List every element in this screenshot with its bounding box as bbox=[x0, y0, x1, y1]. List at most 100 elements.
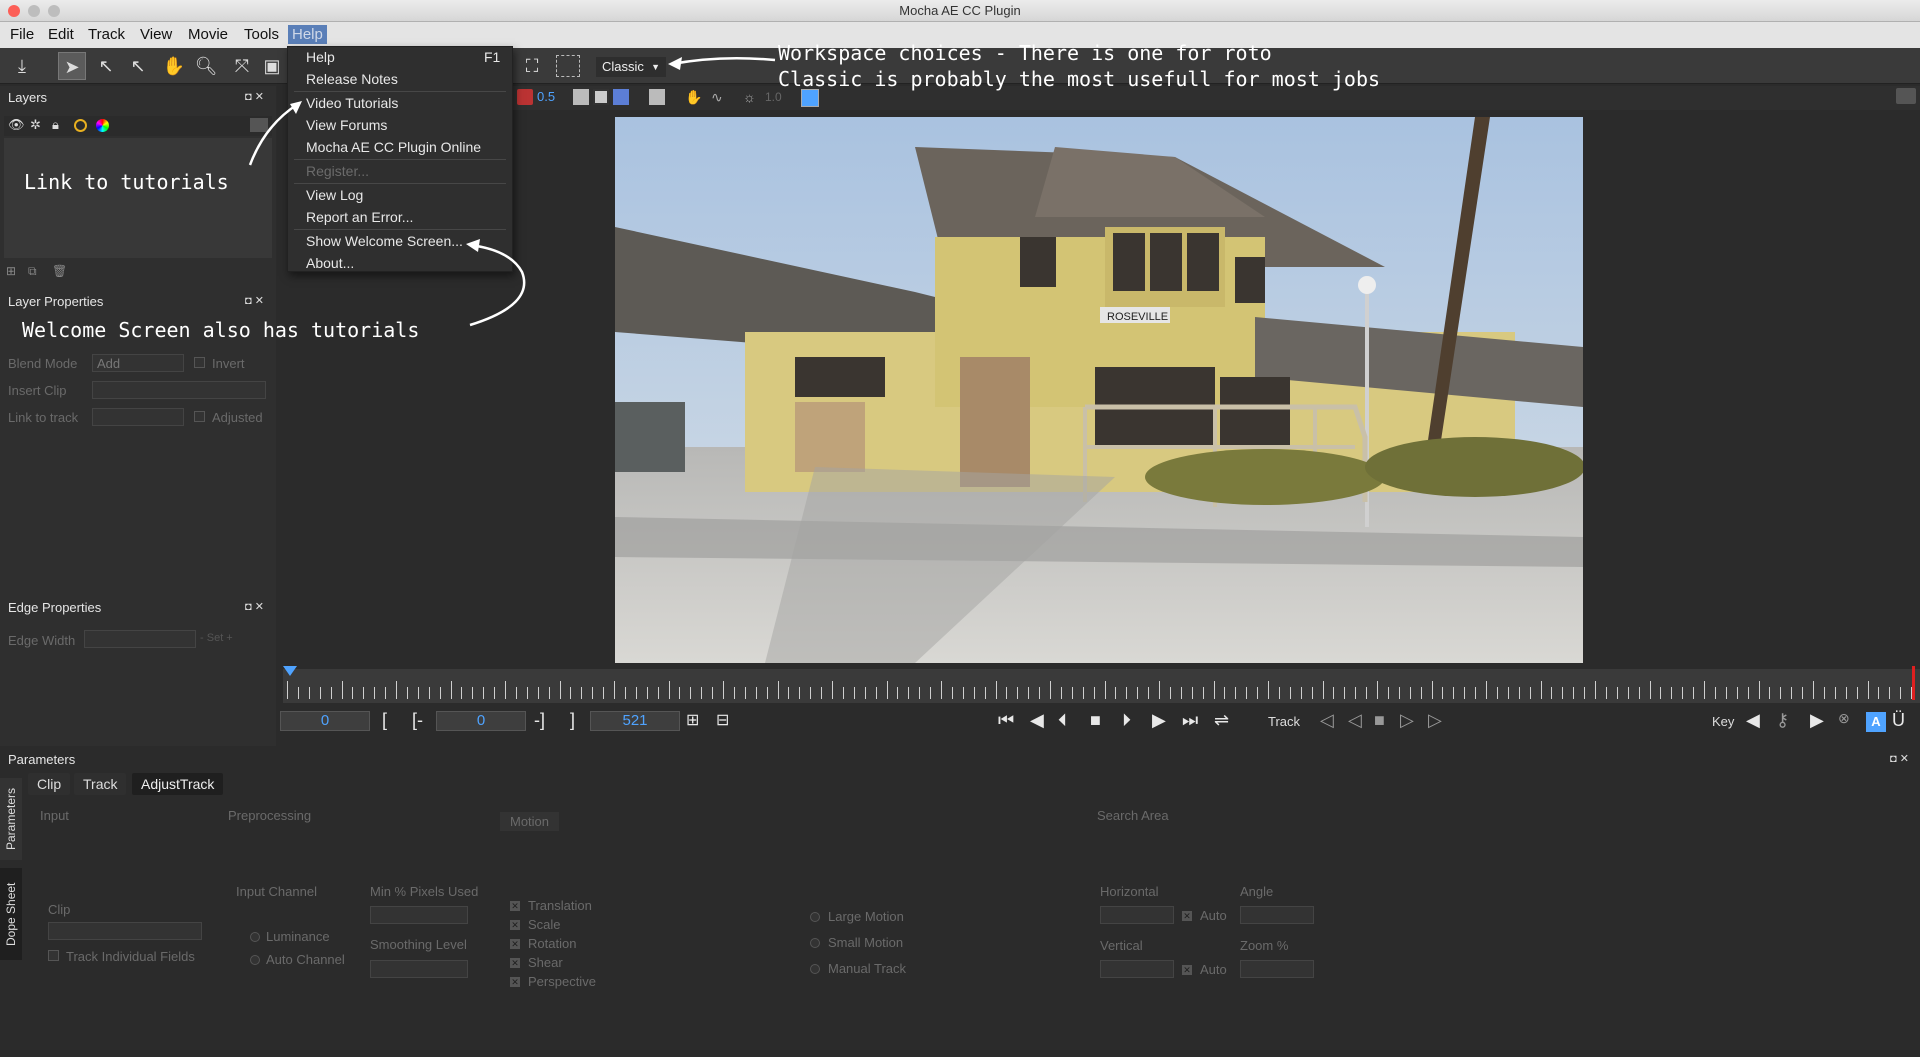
tab-track[interactable]: Track bbox=[74, 773, 127, 795]
vertical-auto-checkbox[interactable]: ✕ bbox=[1182, 965, 1192, 975]
go-to-end-icon[interactable]: ⏭ bbox=[1182, 710, 1198, 731]
menu-edit[interactable]: Edit bbox=[44, 25, 78, 44]
luminance-radio[interactable] bbox=[250, 932, 260, 942]
curve-icon[interactable]: ∿ bbox=[711, 89, 723, 106]
add-key-icon[interactable]: ⚷ bbox=[1776, 710, 1789, 731]
delete-all-keys-icon[interactable]: ⊗ bbox=[1838, 710, 1850, 727]
min-pixels-field[interactable] bbox=[370, 906, 468, 924]
vertical-field[interactable] bbox=[1100, 960, 1174, 978]
range-icon[interactable]: ⊞ bbox=[686, 710, 699, 730]
hand-tool-icon[interactable]: ✋ bbox=[160, 52, 188, 80]
track-backward-icon[interactable]: ◁ bbox=[1320, 710, 1334, 731]
select-tool-icon[interactable]: ➤ bbox=[58, 52, 86, 80]
playhead-marker-icon[interactable] bbox=[283, 666, 297, 676]
spline-view-icon[interactable] bbox=[613, 89, 629, 105]
invert-checkbox[interactable] bbox=[194, 357, 205, 368]
overlay-icon[interactable] bbox=[649, 89, 665, 105]
track-fields-checkbox[interactable] bbox=[48, 950, 59, 961]
auto-channel-radio[interactable] bbox=[250, 955, 260, 965]
go-to-in-icon[interactable]: [- bbox=[412, 710, 423, 731]
menu-item-about[interactable]: About... bbox=[306, 255, 354, 271]
edge-width-field[interactable] bbox=[84, 630, 196, 648]
select-b-tool-icon[interactable]: ↖ bbox=[92, 52, 120, 80]
tab-adjusttrack[interactable]: AdjustTrack bbox=[132, 773, 224, 795]
hand-icon[interactable]: ✋ bbox=[685, 89, 702, 106]
proxy-icon[interactable] bbox=[517, 89, 533, 105]
layers-view-icon[interactable] bbox=[593, 89, 609, 105]
menu-item-view-log[interactable]: View Log bbox=[306, 187, 363, 203]
delete-layer-icon[interactable]: 🗑︎ bbox=[52, 264, 67, 278]
float-icon[interactable]: ◘ ✕ bbox=[1890, 752, 1909, 765]
float-icon[interactable]: ◘ ✕ bbox=[245, 600, 264, 613]
go-to-out-icon[interactable]: -] bbox=[534, 710, 545, 731]
float-icon[interactable]: ◘ ✕ bbox=[245, 294, 264, 307]
set-out-bracket-icon[interactable]: ] bbox=[570, 710, 575, 731]
edge-width-stepper[interactable]: - Set + bbox=[200, 632, 233, 644]
link-to-track-select[interactable] bbox=[92, 408, 184, 426]
layers-list[interactable] bbox=[4, 138, 272, 258]
zoom-value[interactable]: 0.5 bbox=[537, 89, 555, 104]
cog-icon[interactable]: ✲ bbox=[30, 117, 41, 133]
menu-item-report-error[interactable]: Report an Error... bbox=[306, 209, 413, 225]
menu-item-plugin-online[interactable]: Mocha AE CC Plugin Online bbox=[306, 139, 481, 155]
stop-icon[interactable]: ■ bbox=[1090, 710, 1101, 731]
track-forward-icon[interactable]: ▷ bbox=[1428, 710, 1442, 731]
zoom-field[interactable] bbox=[1240, 960, 1314, 978]
out-frame-field[interactable]: 521 bbox=[590, 711, 680, 731]
set-in-bracket-icon[interactable]: [ bbox=[382, 710, 387, 731]
translation-checkbox[interactable]: ✕ bbox=[510, 901, 520, 911]
autokey-icon[interactable]: A bbox=[1866, 712, 1886, 732]
menu-view[interactable]: View bbox=[136, 25, 176, 44]
float-icon[interactable]: ◘ ✕ bbox=[245, 90, 264, 103]
large-motion-radio[interactable] bbox=[810, 912, 820, 922]
view-options-icon[interactable] bbox=[1896, 88, 1916, 104]
small-motion-radio[interactable] bbox=[810, 938, 820, 948]
workspace-select[interactable]: Classic ▼ bbox=[596, 57, 666, 77]
horizontal-field[interactable] bbox=[1100, 906, 1174, 924]
menu-item-release-notes[interactable]: Release Notes bbox=[306, 71, 398, 87]
close-window-button[interactable] bbox=[8, 5, 20, 17]
prev-key-icon[interactable]: ◀ bbox=[1746, 710, 1760, 731]
zoom-tool-icon[interactable]: 🔍︎ bbox=[192, 52, 220, 80]
lock-icon[interactable]: 🔒︎ bbox=[52, 117, 59, 133]
fit-range-icon[interactable]: ⊟ bbox=[716, 710, 729, 730]
eye-icon[interactable]: 👁︎ bbox=[8, 117, 25, 133]
angle-field[interactable] bbox=[1240, 906, 1314, 924]
loop-icon[interactable]: ⇌ bbox=[1214, 710, 1229, 731]
step-forward-icon[interactable]: ⏵ bbox=[1122, 710, 1131, 731]
adjusted-checkbox[interactable] bbox=[194, 411, 205, 422]
scale-checkbox[interactable]: ✕ bbox=[510, 920, 520, 930]
perspective-checkbox[interactable]: ✕ bbox=[510, 977, 520, 987]
track-step-forward-icon[interactable]: ▷ bbox=[1400, 710, 1414, 731]
out-point-marker[interactable] bbox=[1912, 666, 1915, 700]
marquee-icon[interactable] bbox=[556, 55, 580, 77]
menu-item-help[interactable]: Help bbox=[306, 49, 335, 65]
rotation-checkbox[interactable]: ✕ bbox=[510, 939, 520, 949]
transform-tool-icon[interactable]: ⤧ bbox=[228, 52, 256, 80]
insert-clip-select[interactable] bbox=[92, 381, 266, 399]
next-key-icon[interactable]: ▶ bbox=[1810, 710, 1824, 731]
fit-view-icon[interactable]: ⛶ bbox=[518, 52, 546, 80]
track-step-backward-icon[interactable]: ◁ bbox=[1348, 710, 1362, 731]
matte-icon[interactable] bbox=[74, 119, 87, 132]
clip-select[interactable] bbox=[48, 922, 202, 940]
undo-key-icon[interactable]: Ü bbox=[1892, 710, 1905, 731]
layers-menu-icon[interactable] bbox=[250, 118, 268, 132]
zoom-window-button[interactable] bbox=[48, 5, 60, 17]
menu-movie[interactable]: Movie bbox=[184, 25, 232, 44]
menu-item-video-tutorials[interactable]: Video Tutorials bbox=[306, 95, 398, 111]
side-tab-dope-sheet[interactable]: Dope Sheet bbox=[0, 868, 22, 960]
brightness-icon[interactable]: ☼ bbox=[743, 89, 756, 105]
play-forward-icon[interactable]: ▶ bbox=[1152, 710, 1166, 731]
menu-track[interactable]: Track bbox=[84, 25, 129, 44]
menu-file[interactable]: File bbox=[6, 25, 38, 44]
timeline-ruler[interactable] bbox=[283, 669, 1920, 703]
track-stop-icon[interactable]: ■ bbox=[1374, 710, 1385, 731]
step-backward-icon[interactable]: ⏴ bbox=[1058, 710, 1067, 731]
menu-item-view-forums[interactable]: View Forums bbox=[306, 117, 387, 133]
menu-tools[interactable]: Tools bbox=[240, 25, 283, 44]
manual-track-radio[interactable] bbox=[810, 964, 820, 974]
download-icon[interactable]: ⤓ bbox=[8, 52, 36, 80]
duplicate-layer-icon[interactable]: ⧉ bbox=[28, 264, 37, 279]
play-backward-icon[interactable]: ◀ bbox=[1030, 710, 1044, 731]
